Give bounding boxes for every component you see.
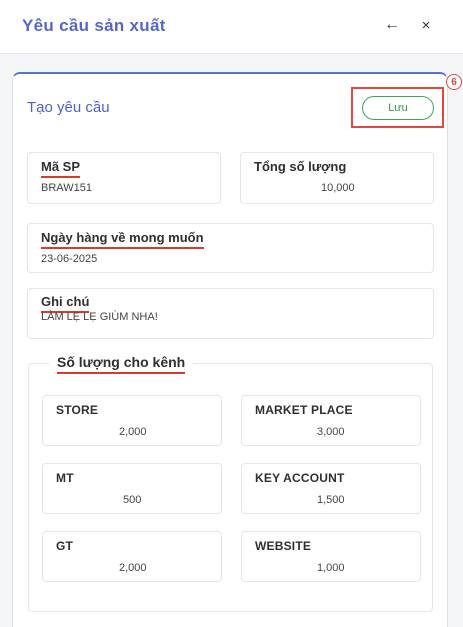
- channel-label: GT: [56, 539, 74, 553]
- product-code-label: Mã SP: [41, 159, 81, 178]
- channel-section-title: Số lượng cho kênh: [49, 354, 194, 374]
- channel-mt-field[interactable]: MT 500: [42, 463, 222, 514]
- channel-label: STORE: [56, 403, 99, 417]
- channel-store-field[interactable]: STORE 2,000: [42, 395, 222, 446]
- channel-value: 2,000: [119, 426, 147, 438]
- channel-value: 2,000: [119, 562, 147, 574]
- total-quantity-value: 10,000: [321, 182, 355, 194]
- total-quantity-field[interactable]: Tổng số lượng 10,000: [240, 152, 434, 204]
- back-arrow-icon[interactable]: ←: [379, 12, 405, 38]
- channel-quantity-section: Số lượng cho kênh STORE 2,000 MARKET PLA…: [28, 354, 433, 612]
- save-button-highlight: Lưu: [351, 87, 444, 128]
- close-icon[interactable]: ×: [413, 12, 439, 38]
- desired-date-field[interactable]: Ngày hàng về mong muốn 23-06-2025: [27, 223, 434, 273]
- channel-key-account-field[interactable]: KEY ACCOUNT 1,500: [241, 463, 421, 514]
- channel-value: 1,000: [317, 562, 345, 574]
- channel-value: 1,500: [317, 494, 345, 506]
- note-field[interactable]: Ghi chú LÀM LẸ LẸ GIÙM NHA!: [27, 288, 434, 339]
- product-code-field[interactable]: Mã SP BRAW151: [27, 152, 221, 204]
- channel-value: 500: [123, 494, 142, 506]
- desired-date-label: Ngày hàng về mong muốn: [41, 230, 204, 249]
- channel-section-title-text: Số lượng cho kênh: [57, 354, 186, 374]
- channel-label: MT: [56, 471, 74, 485]
- channel-label: WEBSITE: [255, 539, 312, 553]
- channel-gt-field[interactable]: GT 2,000: [42, 531, 222, 582]
- create-request-panel: Tạo yêu cầu Lưu 6 Mã SP BRAW151 Tổng số …: [12, 72, 462, 627]
- step-number-badge: 6: [446, 74, 462, 90]
- channel-value: 3,000: [317, 426, 345, 438]
- page-title: Yêu cầu sản xuất: [22, 16, 166, 35]
- panel-title: Tạo yêu cầu: [27, 99, 110, 116]
- desired-date-value: 23-06-2025: [41, 253, 98, 265]
- channel-label: KEY ACCOUNT: [255, 471, 345, 485]
- app-header: Yêu cầu sản xuất ← ×: [0, 0, 463, 54]
- total-quantity-label: Tổng số lượng: [254, 159, 347, 174]
- save-button[interactable]: Lưu: [362, 96, 434, 120]
- channel-label: MARKET PLACE: [255, 403, 353, 417]
- channel-website-field[interactable]: WEBSITE 1,000: [241, 531, 421, 582]
- channel-marketplace-field[interactable]: MARKET PLACE 3,000: [241, 395, 421, 446]
- note-value: LÀM LẸ LẸ GIÙM NHA!: [41, 311, 158, 323]
- product-code-value: BRAW151: [41, 182, 92, 194]
